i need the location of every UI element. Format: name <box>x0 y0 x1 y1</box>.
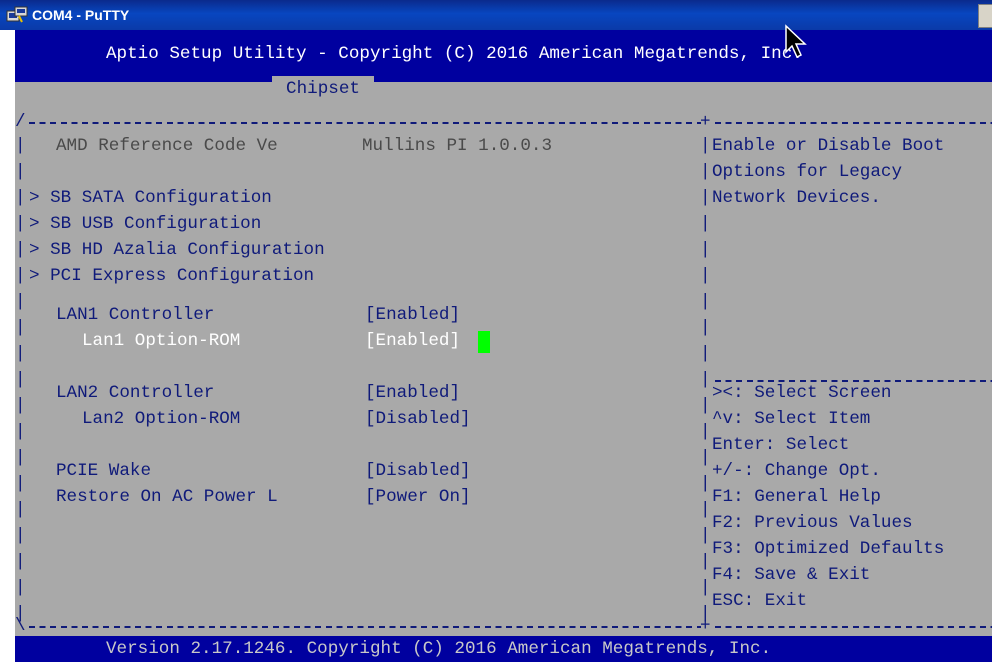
setting-lan2-option-rom-value[interactable]: [Disabled] <box>365 406 471 432</box>
setting-lan2-option-rom-label: Lan2 Option-ROM <box>82 409 241 429</box>
border-top-left <box>29 122 701 124</box>
key-save-exit: F4: Save & Exit <box>712 565 871 585</box>
terminal-cursor <box>478 331 490 353</box>
tab-chipset[interactable]: Chipset <box>272 76 374 102</box>
info-value: Mullins PI 1.0.0.3 <box>362 136 553 156</box>
key-select-screen: ><: Select Screen <box>712 383 892 403</box>
key-change-opt: +/-: Change Opt. <box>712 461 881 481</box>
key-previous-values: F2: Previous Values <box>712 513 913 533</box>
setting-lan2-controller-value[interactable]: [Enabled] <box>365 380 460 406</box>
submenu-label: SB HD Azalia Configuration <box>50 240 325 260</box>
setting-lan1-controller-value[interactable]: [Enabled] <box>365 302 460 328</box>
setting-pcie-wake-value[interactable]: [Disabled] <box>365 458 471 484</box>
submenu-arrow-icon: > <box>29 266 40 286</box>
submenu-pci-express[interactable]: > PCI Express Configuration <box>29 263 314 289</box>
key-optimized-defaults: F3: Optimized Defaults <box>712 539 945 559</box>
bios-header-title: Aptio Setup Utility - Copyright (C) 2016… <box>106 44 803 64</box>
border-bottom-left <box>29 626 701 628</box>
window-titlebar[interactable]: COM4 - PuTTY <box>0 0 992 30</box>
key-enter-select: Enter: Select <box>712 435 850 455</box>
submenu-label: SB USB Configuration <box>50 214 262 234</box>
bios-footer: Version 2.17.1246. Copyright (C) 2016 Am… <box>15 636 992 662</box>
setting-restore-ac-power-label: Restore On AC Power L <box>56 487 278 507</box>
mouse-pointer-icon <box>785 24 807 59</box>
submenu-sb-hd-azalia[interactable]: > SB HD Azalia Configuration <box>29 237 325 263</box>
submenu-label: SB SATA Configuration <box>50 188 272 208</box>
submenu-sb-sata[interactable]: > SB SATA Configuration <box>29 185 272 211</box>
info-label: AMD Reference Code Ve <box>56 136 278 156</box>
help-separator-junction: | <box>700 370 711 390</box>
help-line-1: Enable or Disable Boot <box>712 136 945 156</box>
window-title: COM4 - PuTTY <box>32 7 130 23</box>
help-line-2: Options for Legacy <box>712 162 903 182</box>
submenu-arrow-icon: > <box>29 188 40 208</box>
putty-icon <box>6 6 28 23</box>
setting-lan1-option-rom-value[interactable]: [Enabled] <box>365 328 460 354</box>
bios-footer-text: Version 2.17.1246. Copyright (C) 2016 Am… <box>106 639 772 659</box>
setting-pcie-wake-label: PCIE Wake <box>56 461 152 481</box>
submenu-arrow-icon: > <box>29 214 40 234</box>
key-esc-exit: ESC: Exit <box>712 591 808 611</box>
submenu-arrow-icon: > <box>29 240 40 260</box>
setting-lan2-controller-label: LAN2 Controller <box>56 383 215 403</box>
setting-lan1-option-rom-label: Lan1 Option-ROM <box>82 331 241 351</box>
key-general-help: F1: General Help <box>712 487 881 507</box>
setting-lan1-controller-label: LAN1 Controller <box>56 305 215 325</box>
submenu-sb-usb[interactable]: > SB USB Configuration <box>29 211 261 237</box>
border-corner-top: / <box>15 112 26 132</box>
help-line-3: Network Devices. <box>712 188 881 208</box>
border-bottom-right <box>715 626 992 628</box>
border-junction-top: + <box>700 112 711 132</box>
bios-header: Aptio Setup Utility - Copyright (C) 2016… <box>15 30 992 82</box>
setting-restore-ac-power-value[interactable]: [Power On] <box>365 484 471 510</box>
terminal-screen[interactable]: Aptio Setup Utility - Copyright (C) 2016… <box>15 30 992 662</box>
key-select-item: ^v: Select Item <box>712 409 871 429</box>
minimize-button[interactable] <box>978 4 992 28</box>
submenu-label: PCI Express Configuration <box>50 266 315 286</box>
border-top-right <box>715 122 992 124</box>
